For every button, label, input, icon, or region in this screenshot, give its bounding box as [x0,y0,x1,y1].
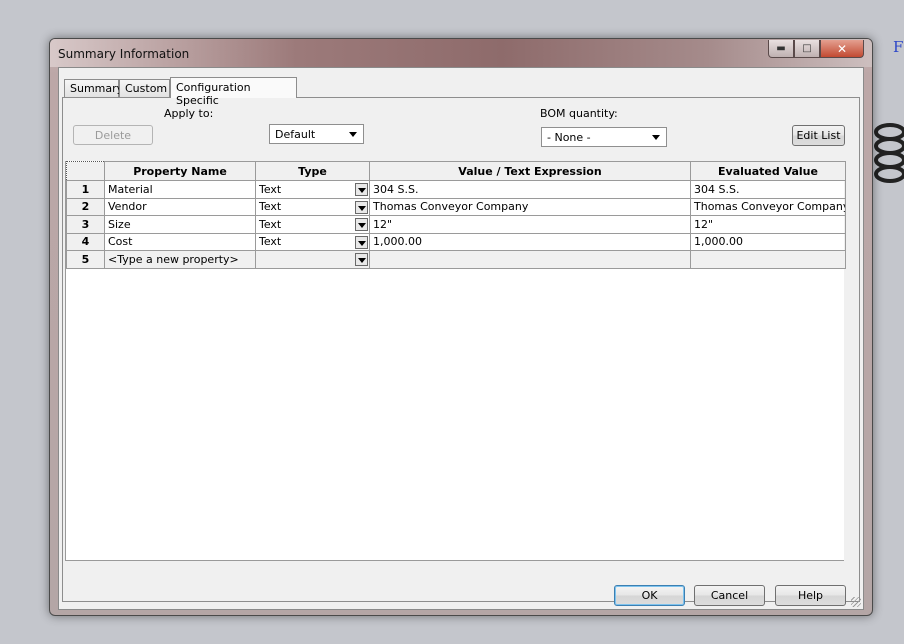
row-number[interactable]: 5 [66,250,105,269]
type-value: Text [259,217,282,231]
minimize-button[interactable]: ▬ [768,40,794,58]
evaluated-value-cell: 304 S.S. [690,180,846,199]
window-title: Summary Information [58,47,190,61]
property-name-cell[interactable]: Material [104,180,256,199]
apply-to-value: Default [275,128,316,141]
column-header-value[interactable]: Value / Text Expression [369,161,691,181]
property-grid: Property Name Type Value / Text Expressi… [65,161,846,561]
resize-grip-icon[interactable] [851,597,861,607]
property-name-cell[interactable]: Vendor [104,197,256,216]
maximize-icon: □ [802,43,812,54]
background-spring-graphic [874,123,904,183]
edit-list-button[interactable]: Edit List [792,125,845,146]
close-icon: ✕ [836,41,848,56]
window-controls: ▬ □ ✕ [768,40,864,58]
evaluated-value-cell [690,250,846,269]
chevron-down-icon[interactable] [355,200,368,214]
tab-custom[interactable]: Custom [119,79,170,97]
property-name-cell[interactable]: Cost [104,232,256,251]
value-expression-cell[interactable]: 1,000.00 [369,232,691,251]
table-row: 4 Cost Text 1,000.00 1,000.00 [66,232,846,251]
cancel-button[interactable]: Cancel [694,585,765,606]
minimize-icon: ▬ [776,43,786,54]
close-button[interactable]: ✕ [820,40,864,58]
chevron-down-icon[interactable] [355,218,368,231]
apply-to-dropdown[interactable]: Default [269,124,364,144]
maximize-button[interactable]: □ [794,40,820,58]
bom-quantity-value: - None - [547,131,591,144]
chevron-down-icon[interactable] [355,253,368,266]
value-expression-cell[interactable]: 12" [369,215,691,234]
background-letter: F [893,38,904,56]
type-cell[interactable]: Text [255,180,370,199]
apply-to-label: Apply to: [164,107,214,120]
value-expression-cell[interactable]: 304 S.S. [369,180,691,199]
value-expression-cell[interactable] [369,250,691,269]
type-value: Text [259,200,282,214]
table-row: 3 Size Text 12" 12" [66,215,846,234]
type-value: Text [259,235,282,249]
column-header-type[interactable]: Type [255,161,370,181]
ok-button[interactable]: OK [614,585,685,606]
row-number[interactable]: 2 [66,197,105,216]
row-number[interactable]: 3 [66,215,105,234]
new-property-name-cell[interactable]: <Type a new property> [104,250,256,269]
title-bar[interactable]: Summary Information ▬ □ ✕ [50,39,872,67]
tab-summary[interactable]: Summary [64,79,123,97]
row-number[interactable]: 4 [66,232,105,251]
table-header-row: Property Name Type Value / Text Expressi… [66,161,846,181]
value-expression-cell[interactable]: Thomas Conveyor Company [369,197,691,216]
type-cell[interactable]: Text [255,232,370,251]
row-number[interactable]: 1 [66,180,105,199]
select-all-corner[interactable] [66,161,105,181]
type-cell[interactable]: Text [255,197,370,216]
evaluated-value-cell: Thomas Conveyor Company [690,197,846,216]
dialog-body: Summary Custom Configuration Specific Ap… [58,67,864,610]
evaluated-value-cell: 12" [690,215,846,234]
evaluated-value-cell: 1,000.00 [690,232,846,251]
new-property-row: 5 <Type a new property> [66,250,846,269]
column-header-property-name[interactable]: Property Name [104,161,256,181]
table-row: 2 Vendor Text Thomas Conveyor Company Th… [66,197,846,216]
chevron-down-icon [349,132,357,137]
summary-information-dialog: Summary Information ▬ □ ✕ Summary Custom… [49,38,873,616]
bom-quantity-label: BOM quantity: [540,107,618,120]
property-name-cell[interactable]: Size [104,215,256,234]
tab-configuration-specific[interactable]: Configuration Specific [170,77,297,107]
configuration-specific-panel: Apply to: Delete Default BOM quantity: -… [62,97,860,602]
type-cell[interactable] [255,250,370,269]
type-value: Text [259,182,282,196]
chevron-down-icon[interactable] [355,235,368,249]
bom-quantity-dropdown[interactable]: - None - [541,127,667,147]
property-table: Property Name Type Value / Text Expressi… [66,161,846,269]
table-row: 1 Material Text 304 S.S. 304 S.S. [66,180,846,199]
chevron-down-icon [652,135,660,140]
delete-button[interactable]: Delete [73,125,153,145]
chevron-down-icon[interactable] [355,183,368,196]
help-button[interactable]: Help [775,585,846,606]
column-header-evaluated-value[interactable]: Evaluated Value [690,161,846,181]
type-cell[interactable]: Text [255,215,370,234]
